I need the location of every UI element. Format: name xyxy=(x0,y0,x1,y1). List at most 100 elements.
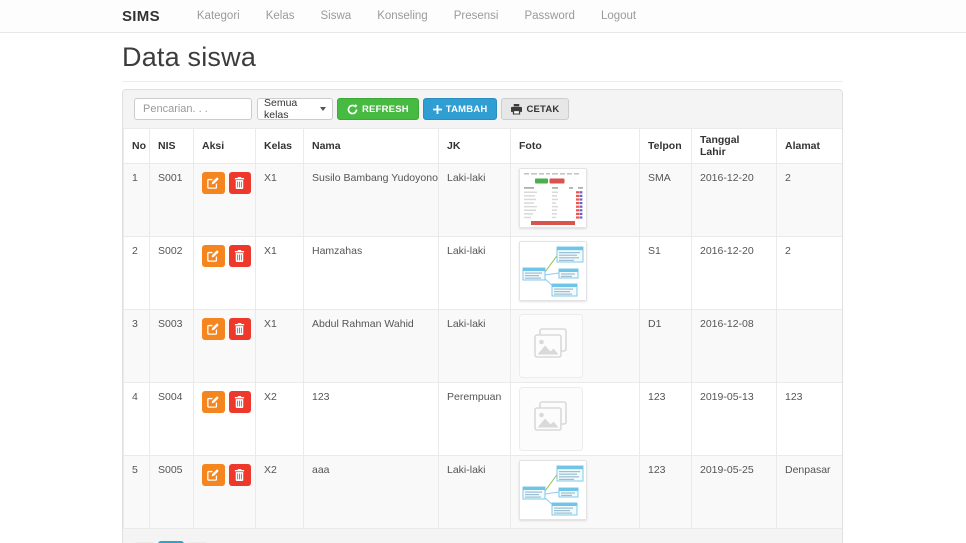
cell-telpon: S1 xyxy=(640,237,692,310)
table-row: 4 S004 xyxy=(124,383,843,456)
student-photo-thumbnail xyxy=(519,460,587,520)
nav-item-presensi[interactable]: Presensi xyxy=(441,10,512,22)
print-icon xyxy=(511,104,522,115)
nav-item-password[interactable]: Password xyxy=(511,10,588,22)
column-header-aksi: Aksi xyxy=(194,129,256,164)
refresh-button[interactable]: REFRESH xyxy=(337,98,419,120)
cell-foto xyxy=(511,310,640,383)
nav-item-kelas[interactable]: Kelas xyxy=(253,10,308,22)
cell-alamat xyxy=(777,310,843,383)
delete-button[interactable] xyxy=(229,464,252,486)
edit-button[interactable] xyxy=(202,172,225,194)
nav-item-siswa[interactable]: Siswa xyxy=(308,10,365,22)
top-navbar: SIMS KategoriKelasSiswaKonselingPresensi… xyxy=(0,0,966,33)
nav-item-logout[interactable]: Logout xyxy=(588,10,649,22)
cell-nama: Hamzahas xyxy=(304,237,439,310)
delete-button[interactable] xyxy=(229,391,252,413)
cell-foto xyxy=(511,456,640,529)
cell-nis: S004 xyxy=(150,383,194,456)
cell-nis: S002 xyxy=(150,237,194,310)
broken-image-placeholder-icon xyxy=(519,314,583,378)
student-photo-thumbnail xyxy=(519,168,587,228)
trash-icon xyxy=(234,396,245,408)
cell-kelas: X1 xyxy=(256,237,304,310)
cell-nama: 123 xyxy=(304,383,439,456)
broken-image-placeholder-icon xyxy=(519,387,583,451)
edit-button[interactable] xyxy=(202,245,225,267)
table-header-row: NoNISAksiKelasNamaJKFotoTelponTanggal La… xyxy=(124,129,843,164)
delete-button[interactable] xyxy=(229,318,252,340)
data-panel: Semua kelas REFRESH TAMBAH xyxy=(122,89,843,543)
cell-kelas: X2 xyxy=(256,456,304,529)
brand-logo[interactable]: SIMS xyxy=(122,8,160,25)
cell-no: 5 xyxy=(124,456,150,529)
cell-tanggal-lahir: 2016-12-20 xyxy=(692,237,777,310)
search-input[interactable] xyxy=(134,98,252,120)
column-header-foto: Foto xyxy=(511,129,640,164)
tambah-button[interactable]: TAMBAH xyxy=(423,98,498,120)
edit-button[interactable] xyxy=(202,318,225,340)
edit-pencil-icon xyxy=(207,396,219,408)
cetak-button[interactable]: CETAK xyxy=(501,98,569,120)
cell-kelas: X1 xyxy=(256,164,304,237)
nav-item-kategori[interactable]: Kategori xyxy=(184,10,253,22)
cell-alamat: 2 xyxy=(777,237,843,310)
cell-nis: S005 xyxy=(150,456,194,529)
cell-aksi xyxy=(194,310,256,383)
trash-icon xyxy=(234,469,245,481)
edit-pencil-icon xyxy=(207,250,219,262)
cell-telpon: 123 xyxy=(640,456,692,529)
cell-tanggal-lahir: 2016-12-20 xyxy=(692,164,777,237)
panel-footer: « 1 » xyxy=(123,529,842,543)
cell-tanggal-lahir: 2016-12-08 xyxy=(692,310,777,383)
cell-aksi xyxy=(194,164,256,237)
cell-foto xyxy=(511,237,640,310)
edit-pencil-icon xyxy=(207,469,219,481)
kelas-filter-select[interactable]: Semua kelas xyxy=(257,98,333,120)
column-header-alamat: Alamat xyxy=(777,129,843,164)
cell-aksi xyxy=(194,237,256,310)
students-table: NoNISAksiKelasNamaJKFotoTelponTanggal La… xyxy=(123,128,843,529)
kelas-filter-value: Semua kelas xyxy=(264,97,320,121)
cell-telpon: 123 xyxy=(640,383,692,456)
column-header-no: No xyxy=(124,129,150,164)
edit-button[interactable] xyxy=(202,464,225,486)
column-header-tanggal-lahir: Tanggal Lahir xyxy=(692,129,777,164)
column-header-telpon: Telpon xyxy=(640,129,692,164)
cell-no: 3 xyxy=(124,310,150,383)
nav-item-konseling[interactable]: Konseling xyxy=(364,10,441,22)
column-header-kelas: Kelas xyxy=(256,129,304,164)
cell-foto xyxy=(511,164,640,237)
cell-jk: Laki-laki xyxy=(439,164,511,237)
trash-icon xyxy=(234,323,245,335)
cell-jk: Perempuan xyxy=(439,383,511,456)
cell-jk: Laki-laki xyxy=(439,310,511,383)
edit-button[interactable] xyxy=(202,391,225,413)
cell-alamat: 2 xyxy=(777,164,843,237)
table-row: 5 S005 xyxy=(124,456,843,529)
table-row: 1 S001 xyxy=(124,164,843,237)
cell-jk: Laki-laki xyxy=(439,237,511,310)
trash-icon xyxy=(234,250,245,262)
cell-foto xyxy=(511,383,640,456)
cell-alamat: Denpasar xyxy=(777,456,843,529)
cell-aksi xyxy=(194,383,256,456)
cell-nis: S001 xyxy=(150,164,194,237)
cell-nama: Susilo Bambang Yudoyono xyxy=(304,164,439,237)
cell-no: 4 xyxy=(124,383,150,456)
table-row: 3 S003 xyxy=(124,310,843,383)
page-title: Data siswa xyxy=(122,33,843,82)
delete-button[interactable] xyxy=(229,172,252,194)
edit-pencil-icon xyxy=(207,177,219,189)
table-row: 2 S002 xyxy=(124,237,843,310)
refresh-icon xyxy=(347,104,358,115)
delete-button[interactable] xyxy=(229,245,252,267)
cell-no: 1 xyxy=(124,164,150,237)
cell-tanggal-lahir: 2019-05-25 xyxy=(692,456,777,529)
trash-icon xyxy=(234,177,245,189)
plus-icon xyxy=(433,105,442,114)
cell-telpon: SMA xyxy=(640,164,692,237)
cell-nama: aaa xyxy=(304,456,439,529)
caret-down-icon xyxy=(320,107,326,111)
column-header-nis: NIS xyxy=(150,129,194,164)
